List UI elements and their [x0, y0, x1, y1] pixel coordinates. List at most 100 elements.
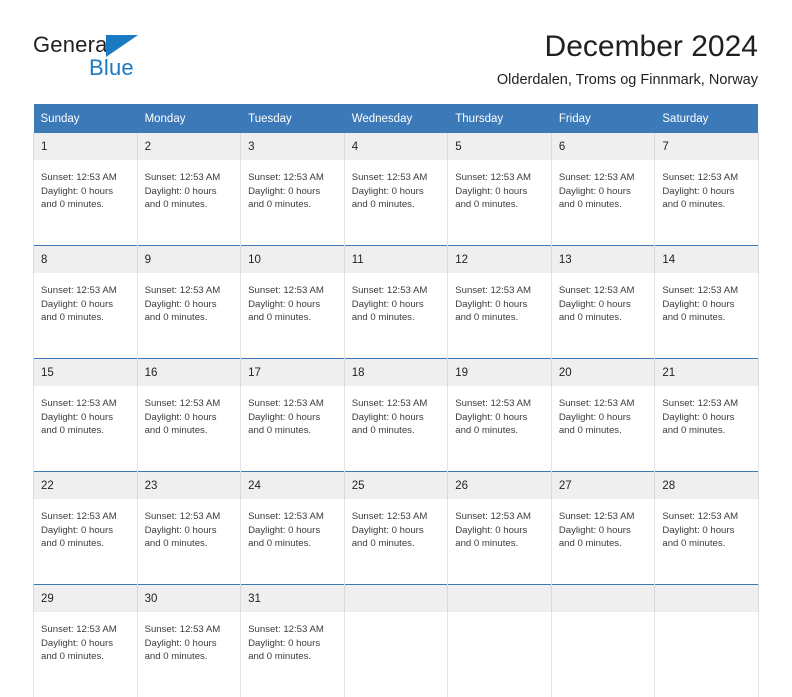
day-number-cell[interactable]: 30	[136, 585, 242, 612]
daylight-minutes-line: and 0 minutes.	[248, 199, 312, 211]
day-detail-cell: Sunset: 12:53 AM Daylight: 0 hours and 0 m…	[654, 499, 759, 585]
daylight-minutes-line: and 0 minutes.	[455, 425, 519, 437]
daylight-minutes-line: and 0 minutes.	[455, 312, 519, 324]
day-number-cell[interactable]: 26	[447, 472, 552, 499]
day-number-cell[interactable]: 5	[447, 133, 552, 160]
day-number-cell[interactable]: 28	[654, 472, 759, 499]
day-number-cell[interactable]: 10	[240, 246, 345, 273]
sunset-line: Sunset: 12:53 AM	[41, 172, 117, 183]
sunset-line: Sunset: 12:53 AM	[144, 398, 221, 409]
day-number-cell[interactable]: 20	[550, 359, 656, 386]
day-number-cell[interactable]: 3	[240, 133, 345, 160]
title-block: December 2024 Olderdalen, Troms og Finnm…	[497, 28, 758, 90]
day-detail-cell: Sunset: 12:53 AM Daylight: 0 hours and 0 m…	[447, 386, 552, 472]
daylight-hours-line: Daylight: 0 hours	[558, 298, 631, 310]
daylight-hours-line: Daylight: 0 hours	[41, 411, 113, 423]
daylight-hours-line: Daylight: 0 hours	[248, 298, 321, 310]
day-number-cell[interactable]: 29	[33, 585, 138, 612]
daylight-hours-line: Daylight: 0 hours	[455, 524, 528, 536]
sunset-line: Sunset: 12:53 AM	[144, 624, 221, 635]
day-number-row: 8 9 10 11 12 13 14	[33, 246, 759, 273]
day-detail-cell: Sunset: 12:53 AM Daylight: 0 hours and 0 m…	[343, 273, 449, 359]
location-subtitle: Olderdalen, Troms og Finnmark, Norway	[496, 72, 758, 88]
daylight-hours-line: Daylight: 0 hours	[144, 298, 217, 310]
daylight-hours-line: Daylight: 0 hours	[662, 185, 735, 197]
sunset-line: Sunset: 12:53 AM	[248, 624, 324, 635]
sunset-line: Sunset: 12:53 AM	[558, 398, 635, 409]
sunset-line: Sunset: 12:53 AM	[662, 285, 739, 296]
day-number-cell[interactable]: 27	[550, 472, 656, 499]
day-detail-row: Sunset: 12:53 AM Daylight: 0 hours and 0 m…	[33, 160, 759, 246]
daylight-minutes-line: and 0 minutes.	[248, 651, 312, 663]
daylight-minutes-line: and 0 minutes.	[662, 199, 726, 211]
sunset-line: Sunset: 12:53 AM	[351, 398, 428, 409]
day-number-cell[interactable]: 25	[343, 472, 449, 499]
daylight-minutes-line: and 0 minutes.	[662, 425, 726, 437]
day-number-cell[interactable]: 14	[654, 246, 759, 273]
daylight-hours-line: Daylight: 0 hours	[351, 185, 424, 197]
weekday-header-saturday: Saturday	[654, 104, 759, 133]
day-number-cell[interactable]: 8	[33, 246, 138, 273]
daylight-minutes-line: and 0 minutes.	[662, 312, 726, 324]
day-number-cell[interactable]: 2	[136, 133, 242, 160]
weekday-header-friday: Friday	[551, 104, 656, 133]
day-number-empty	[447, 585, 552, 612]
day-number-cell[interactable]: 7	[654, 133, 759, 160]
day-number-cell[interactable]: 24	[240, 472, 345, 499]
day-number-cell[interactable]: 19	[447, 359, 552, 386]
day-number-cell[interactable]: 18	[343, 359, 449, 386]
daylight-hours-line: Daylight: 0 hours	[144, 185, 217, 197]
sunset-line: Sunset: 12:53 AM	[351, 172, 428, 183]
day-number-cell[interactable]: 31	[240, 585, 345, 612]
day-number-cell[interactable]: 23	[136, 472, 242, 499]
day-detail-empty	[447, 612, 552, 697]
page-header: General Blue December 2024 Olderdalen, T…	[33, 28, 758, 94]
day-number-cell[interactable]: 12	[447, 246, 552, 273]
day-number-cell[interactable]: 1	[33, 133, 138, 160]
sunset-line: Sunset: 12:53 AM	[455, 511, 531, 522]
daylight-minutes-line: and 0 minutes.	[248, 538, 312, 550]
day-number-cell[interactable]: 15	[33, 359, 138, 386]
daylight-hours-line: Daylight: 0 hours	[41, 637, 113, 649]
daylight-hours-line: Daylight: 0 hours	[351, 411, 424, 423]
daylight-hours-line: Daylight: 0 hours	[455, 298, 528, 310]
daylight-hours-line: Daylight: 0 hours	[351, 298, 424, 310]
daylight-minutes-line: and 0 minutes.	[455, 199, 519, 211]
day-number-cell[interactable]: 21	[654, 359, 759, 386]
daylight-minutes-line: and 0 minutes.	[41, 312, 104, 324]
day-number-cell[interactable]: 22	[33, 472, 138, 499]
daylight-hours-line: Daylight: 0 hours	[558, 185, 631, 197]
day-detail-cell: Sunset: 12:53 AM Daylight: 0 hours and 0 m…	[240, 612, 345, 697]
daylight-minutes-line: and 0 minutes.	[558, 199, 622, 211]
day-number-cell[interactable]: 4	[343, 133, 449, 160]
day-detail-cell: Sunset: 12:53 AM Daylight: 0 hours and 0 m…	[136, 499, 242, 585]
day-number-cell[interactable]: 9	[136, 246, 242, 273]
day-number-row: 29 30 31	[33, 585, 759, 612]
day-number-cell[interactable]: 17	[240, 359, 345, 386]
day-detail-cell: Sunset: 12:53 AM Daylight: 0 hours and 0 m…	[33, 160, 138, 246]
sunset-line: Sunset: 12:53 AM	[558, 285, 635, 296]
day-detail-cell: Sunset: 12:53 AM Daylight: 0 hours and 0 m…	[550, 386, 656, 472]
daylight-hours-line: Daylight: 0 hours	[41, 524, 113, 536]
general-blue-logo: General Blue	[33, 32, 233, 86]
day-number-cell[interactable]: 16	[136, 359, 242, 386]
day-number-row: 1234567	[33, 133, 759, 160]
sunset-line: Sunset: 12:53 AM	[248, 172, 324, 183]
day-number-cell[interactable]: 11	[343, 246, 449, 273]
logo-triangle-icon	[106, 35, 138, 57]
daylight-hours-line: Daylight: 0 hours	[558, 524, 631, 536]
day-number-cell[interactable]: 6	[550, 133, 656, 160]
day-number-empty	[550, 585, 656, 612]
daylight-hours-line: Daylight: 0 hours	[455, 185, 528, 197]
day-detail-cell: Sunset: 12:53 AM Daylight: 0 hours and 0 m…	[447, 160, 552, 246]
day-detail-empty	[654, 612, 759, 697]
sunset-line: Sunset: 12:53 AM	[662, 398, 739, 409]
day-number-cell[interactable]: 13	[550, 246, 656, 273]
daylight-hours-line: Daylight: 0 hours	[144, 524, 217, 536]
daylight-hours-line: Daylight: 0 hours	[248, 185, 321, 197]
sunset-line: Sunset: 12:53 AM	[248, 285, 324, 296]
daylight-hours-line: Daylight: 0 hours	[455, 411, 528, 423]
daylight-minutes-line: and 0 minutes.	[248, 425, 312, 437]
weekday-header-tuesday: Tuesday	[240, 104, 345, 133]
daylight-hours-line: Daylight: 0 hours	[248, 637, 321, 649]
